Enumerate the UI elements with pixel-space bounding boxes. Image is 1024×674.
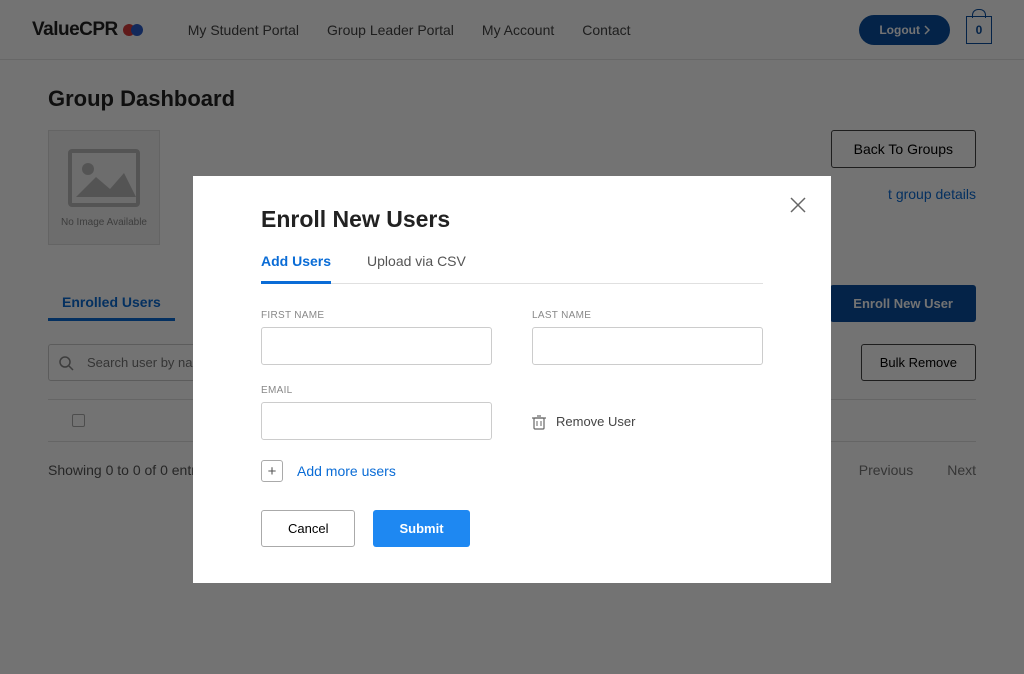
close-icon	[789, 196, 807, 214]
trash-icon	[532, 414, 546, 430]
add-more-label: Add more users	[297, 463, 396, 479]
modal-tabs: Add Users Upload via CSV	[261, 253, 763, 284]
tab-add-users[interactable]: Add Users	[261, 253, 331, 284]
name-row: First Name Last Name	[261, 310, 763, 365]
close-button[interactable]	[789, 196, 807, 214]
first-name-label: First Name	[261, 310, 492, 321]
first-name-field: First Name	[261, 310, 492, 365]
modal-actions: Cancel Submit	[261, 510, 763, 547]
remove-user-label: Remove User	[556, 414, 635, 429]
first-name-input[interactable]	[261, 327, 492, 365]
modal-title: Enroll New Users	[261, 206, 763, 233]
last-name-label: Last Name	[532, 310, 763, 321]
email-label: Email	[261, 385, 492, 396]
email-row: Email Remove User	[261, 385, 763, 440]
plus-icon: +	[261, 460, 283, 482]
email-field: Email	[261, 385, 492, 440]
cancel-button[interactable]: Cancel	[261, 510, 355, 547]
add-more-users-button[interactable]: + Add more users	[261, 460, 763, 482]
tab-upload-csv[interactable]: Upload via CSV	[367, 253, 466, 283]
email-input[interactable]	[261, 402, 492, 440]
modal-overlay[interactable]: Enroll New Users Add Users Upload via CS…	[0, 0, 1024, 674]
remove-user-button[interactable]: Remove User	[532, 385, 763, 440]
submit-button[interactable]: Submit	[373, 510, 469, 547]
last-name-input[interactable]	[532, 327, 763, 365]
last-name-field: Last Name	[532, 310, 763, 365]
enroll-modal: Enroll New Users Add Users Upload via CS…	[193, 176, 831, 583]
